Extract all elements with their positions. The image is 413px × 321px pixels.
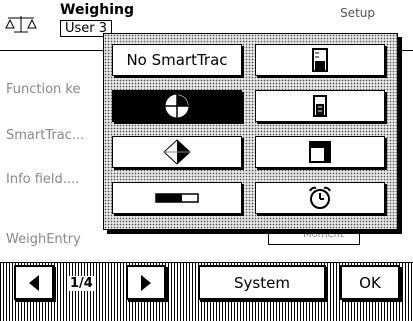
- setup-label: Setup: [340, 6, 375, 20]
- beaker-icon: [313, 95, 327, 117]
- horizontal-bar-icon: [155, 193, 199, 203]
- info-field-value: Moment: [303, 229, 344, 240]
- function-keys-label: Function ke: [6, 82, 81, 97]
- page-indicator: 1/4: [68, 276, 95, 291]
- balance-scale-icon: [5, 16, 37, 33]
- smarttrac-selection-popup: No SmartTrac: [103, 33, 398, 230]
- option-square-fill[interactable]: [255, 136, 385, 168]
- info-field-value-button[interactable]: Moment: [268, 228, 360, 245]
- alarm-clock-icon: [309, 186, 331, 209]
- option-no-smarttrac[interactable]: No SmartTrac: [112, 44, 242, 76]
- app-title: Weighing: [60, 2, 135, 18]
- square-fill-icon: [309, 141, 331, 163]
- option-beaker[interactable]: [255, 90, 385, 122]
- info-field-label: Info field....: [6, 172, 80, 187]
- diamond-split-icon: [163, 139, 191, 165]
- triangle-right-icon: [141, 274, 151, 291]
- option-diamond-split[interactable]: [112, 136, 242, 168]
- option-horizontal-bar[interactable]: [112, 182, 242, 214]
- smarttrac-label: SmartTrac...: [6, 128, 85, 143]
- system-button-label: System: [234, 273, 290, 292]
- ok-button[interactable]: OK: [340, 265, 400, 300]
- option-circle-quadrant[interactable]: [112, 90, 242, 122]
- circle-quadrant-icon: [164, 93, 190, 119]
- system-button[interactable]: System: [198, 265, 326, 300]
- next-page-button[interactable]: [126, 265, 166, 300]
- weighentry-label: WeighEntry: [6, 232, 81, 247]
- triangle-left-icon: [29, 274, 39, 291]
- option-cylinder[interactable]: [255, 44, 385, 76]
- option-alarm-clock[interactable]: [255, 182, 385, 214]
- ok-button-label: OK: [359, 273, 381, 292]
- cylinder-icon: [312, 48, 328, 72]
- option-label: No SmartTrac: [126, 51, 228, 69]
- previous-page-button[interactable]: [14, 265, 54, 300]
